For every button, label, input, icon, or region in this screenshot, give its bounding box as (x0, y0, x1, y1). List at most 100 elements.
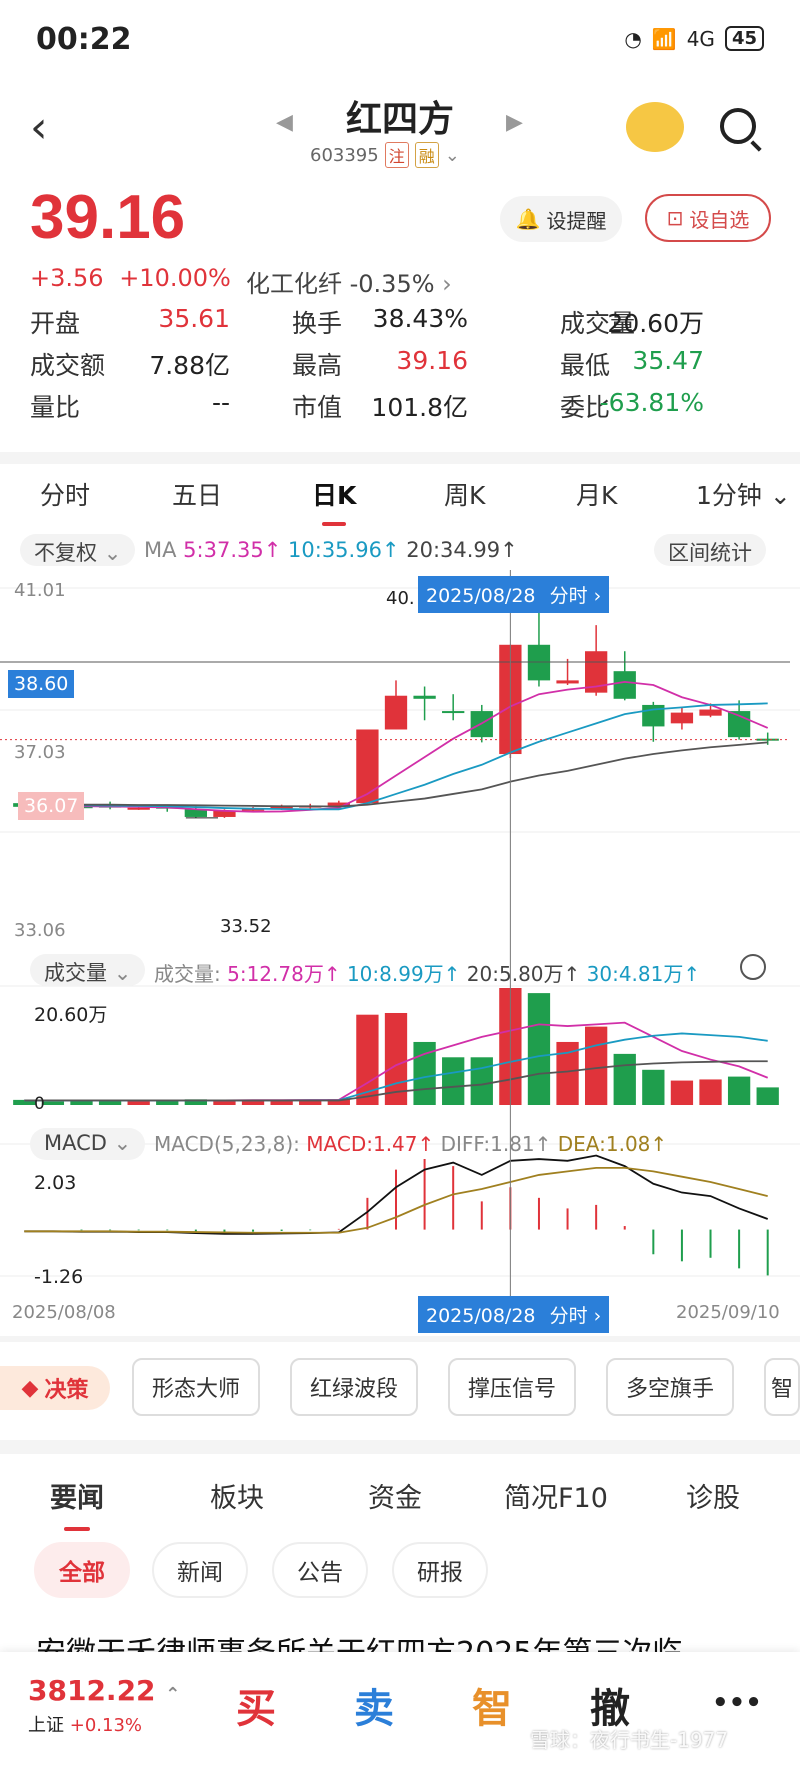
candle-body (613, 671, 636, 699)
index-ticker[interactable]: 3812.22 ⌃ 上证 +0.13% (28, 1674, 180, 1737)
tab-5[interactable]: 1分钟 ⌄ (696, 476, 791, 512)
sell-button[interactable]: 卖 (354, 1676, 394, 1734)
current-price: 39.16 (30, 183, 186, 252)
news-tab-1[interactable]: 板块 (210, 1476, 264, 1515)
speed-icon: ◔ (624, 26, 642, 51)
stock-code: 603395 (310, 144, 379, 166)
clock: 00:22 (36, 22, 132, 57)
stat-label: 开盘 (30, 309, 81, 338)
wifi-icon: 📶 (651, 26, 677, 51)
volume-bar (41, 1101, 65, 1105)
volume-bar (613, 1053, 636, 1105)
start-date: 2025/08/08 (12, 1302, 116, 1323)
macd-y-top: 2.03 (34, 1172, 77, 1194)
tool-button-0[interactable]: 形态大师 (132, 1358, 260, 1416)
next-stock-icon[interactable]: ▶ (506, 110, 523, 135)
vol10-value: 10:8.99万↑ (346, 962, 461, 986)
news-tab-3[interactable]: 简况F10 (504, 1476, 608, 1515)
intraday-link: 分时 › (549, 585, 602, 607)
divider (0, 1440, 800, 1454)
smart-button[interactable]: 智 (472, 1676, 512, 1734)
sector-link[interactable]: 化工化纤 -0.35% › (246, 264, 452, 299)
news-chip-2[interactable]: 公告 (272, 1542, 368, 1598)
tool-button-4[interactable]: 智 (764, 1358, 800, 1416)
news-tab-2[interactable]: 资金 (368, 1476, 422, 1515)
macd-params: MACD(5,23,8): (154, 1132, 300, 1156)
candle-body (384, 695, 408, 730)
volume-y-bottom: 0 (34, 1094, 45, 1114)
volume-indicator-select[interactable]: 成交量 ⌄ (30, 954, 146, 986)
tool-button-3[interactable]: 多空旗手 (606, 1358, 734, 1416)
vol5-value: 5:12.78万↑ (227, 962, 341, 986)
decision-button[interactable]: ◆ 决策 (0, 1366, 110, 1410)
news-chip-1[interactable]: 新闻 (152, 1542, 248, 1598)
volume-bar (156, 1101, 179, 1105)
volume-bar (98, 1101, 122, 1105)
buy-button[interactable]: 买 (236, 1676, 276, 1734)
volume-bar (699, 1079, 722, 1105)
set-alert-button[interactable]: 🔔 设提醒 (500, 196, 622, 242)
range-stat-button[interactable]: 区间统计 (654, 534, 766, 566)
news-tabs: 要闻 板块 资金 简况F10 诊股 (0, 1470, 800, 1531)
sector-label: 化工化纤 -0.35% (246, 270, 435, 298)
stock-code-row[interactable]: 603395 注 融 ⌄ (310, 142, 460, 168)
stat-value: 35.61 (158, 304, 230, 333)
decision-icon: ◆ (21, 1375, 39, 1401)
volume-bar (756, 1087, 779, 1105)
news-tab-0[interactable]: 要闻 (50, 1476, 104, 1531)
crosshair-date-top[interactable]: 2025/08/28 分时 › (418, 576, 610, 613)
candle-body (527, 644, 551, 681)
news-tab-4[interactable]: 诊股 (686, 1476, 740, 1515)
tool-button-1[interactable]: 红绿波段 (290, 1358, 418, 1416)
candle-body (356, 729, 379, 804)
set-alert-label: 设提醒 (546, 208, 607, 233)
chevron-down-icon: ⌄ (444, 144, 460, 166)
divider (0, 1336, 800, 1342)
mascot-icon[interactable] (626, 102, 684, 152)
divider (0, 452, 800, 464)
ma20-value: 20:34.99↑ (406, 538, 518, 562)
high-marker: 40. (386, 588, 415, 609)
news-chip-3[interactable]: 研报 (392, 1542, 488, 1598)
volume-title: 成交量: (154, 962, 221, 986)
battery-icon: 45 (724, 26, 764, 51)
status-bar: 00:22 ◔ 📶 4G 45 (0, 0, 800, 80)
tab-2[interactable]: 日K (312, 476, 356, 526)
volume-bar (442, 1057, 465, 1105)
margin-badge: 融 (414, 142, 439, 168)
index-name: 上证 (28, 1715, 64, 1736)
bell-icon: 🔔 (515, 207, 541, 231)
crosshair-date-bottom[interactable]: 2025/08/28 分时 › (418, 1296, 610, 1333)
chevron-up-icon: ⌃ (165, 1684, 181, 1705)
index-value: 3812.22 (28, 1674, 156, 1707)
change-amount: +3.56 (30, 264, 104, 292)
ma-values: MA 5:37.35↑ 10:35.96↑ 20:34.99↑ (144, 538, 518, 562)
add-watchlist-button[interactable]: ⊡ 设自选 (645, 194, 771, 242)
y-axis-bottom: 33.06 (14, 920, 66, 941)
news-chip-0[interactable]: 全部 (34, 1542, 130, 1598)
macd-value: MACD:1.47↑ (306, 1132, 435, 1156)
candle-body (442, 711, 465, 714)
tab-3[interactable]: 周K (444, 476, 485, 512)
ma-bar: 不复权 ⌄ MA 5:37.35↑ 10:35.96↑ 20:34.99↑ 区间… (0, 530, 800, 570)
volume-indicator-label: 成交量 (44, 961, 107, 985)
ma-label: MA (144, 538, 177, 562)
adjust-select[interactable]: 不复权 ⌄ (20, 534, 136, 566)
stat-value: -63.81% (599, 388, 704, 417)
tab-4[interactable]: 月K (576, 476, 617, 512)
diff-value: DIFF:1.81↑ (440, 1132, 552, 1156)
candle-body (699, 709, 722, 716)
settings-icon[interactable] (740, 954, 766, 980)
low-marker: 33.52 (220, 916, 272, 937)
more-button[interactable]: ••• (712, 1688, 762, 1718)
tab-1[interactable]: 五日 (172, 476, 222, 512)
volume-bar (727, 1076, 751, 1105)
tab-0[interactable]: 分时 (40, 476, 90, 512)
status-icons: ◔ 📶 4G 45 (624, 26, 764, 51)
vol30-value: 30:4.81万↑ (586, 962, 701, 986)
macd-indicator-select[interactable]: MACD ⌄ (30, 1128, 146, 1160)
search-icon[interactable] (720, 108, 756, 144)
stat-value: 20.60万 (607, 309, 704, 338)
tool-button-2[interactable]: 撑压信号 (448, 1358, 576, 1416)
decision-label: 决策 (44, 1378, 89, 1403)
